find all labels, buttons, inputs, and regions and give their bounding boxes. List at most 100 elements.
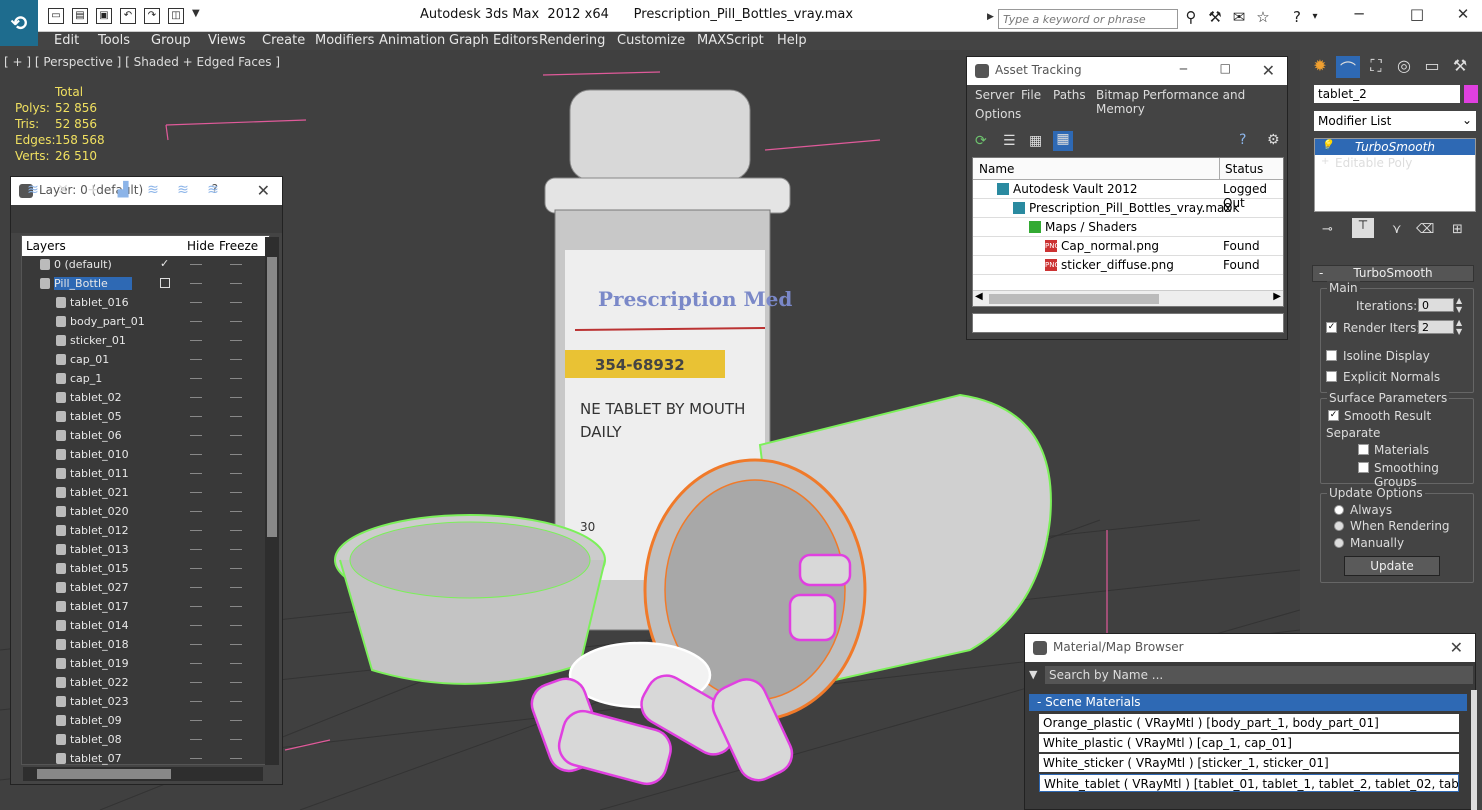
asset-hscroll-thumb[interactable]	[989, 294, 1159, 304]
menu-create[interactable]: Create	[262, 33, 305, 48]
hold-icon[interactable]: ◫	[168, 8, 184, 24]
set-current-layer-icon[interactable]	[160, 278, 170, 288]
layer-row[interactable]: tablet_019	[22, 655, 269, 674]
layer-row[interactable]: tablet_022	[22, 674, 269, 693]
freeze-toggle[interactable]	[230, 625, 242, 626]
asset-settings-icon[interactable]: ⚙	[1267, 132, 1280, 148]
asset-close-icon[interactable]: ✕	[1262, 61, 1275, 80]
search-expand-icon[interactable]: ▶	[987, 12, 994, 22]
smooth-result-checkbox[interactable]: ✓	[1328, 410, 1339, 421]
layer-row[interactable]: tablet_09	[22, 712, 269, 731]
hide-toggle[interactable]	[190, 473, 202, 474]
hide-toggle[interactable]	[190, 416, 202, 417]
menu-rendering[interactable]: Rendering	[539, 33, 605, 48]
layer-row[interactable]: tablet_017	[22, 598, 269, 617]
object-name-field[interactable]: tablet_2	[1314, 85, 1460, 103]
menu-views[interactable]: Views	[208, 33, 246, 48]
layer-row[interactable]: 0 (default) ✓	[22, 256, 269, 275]
asset-menu-bitmap[interactable]: Bitmap Performance and Memory	[1096, 88, 1287, 116]
asset-help-icon[interactable]: ?	[1239, 132, 1246, 148]
utilities-tab-icon[interactable]: ⚒	[1448, 56, 1472, 78]
pin-stack-icon[interactable]: ⊸	[1322, 222, 1333, 237]
asset-maximize-icon[interactable]: □	[1220, 61, 1231, 75]
hide-toggle[interactable]	[190, 701, 202, 702]
add-to-layer-icon[interactable]: +	[85, 182, 101, 198]
modifier-stack[interactable]: 💡 TurboSmooth + Editable Poly	[1314, 138, 1476, 212]
asset-menu-options[interactable]: Options	[975, 107, 1021, 121]
freeze-toggle[interactable]	[230, 758, 242, 759]
layer-row[interactable]: tablet_06	[22, 427, 269, 446]
col-name[interactable]: Name	[979, 162, 1014, 176]
layer-row[interactable]: tablet_014	[22, 617, 269, 636]
hide-toggle[interactable]	[190, 340, 202, 341]
layer-row[interactable]: cap_1	[22, 370, 269, 389]
layer-row[interactable]: tablet_023	[22, 693, 269, 712]
expand-plus-icon[interactable]: +	[1321, 156, 1329, 167]
highlight-layer-icon[interactable]: ≋	[145, 182, 161, 198]
browser-options-icon[interactable]: ▼	[1029, 668, 1037, 681]
binoculars-icon[interactable]: ⚲	[1182, 8, 1200, 26]
remove-modifier-icon[interactable]: ⌫	[1416, 222, 1434, 237]
table-view-icon[interactable]: ▦	[1053, 131, 1073, 151]
freeze-toggle[interactable]	[230, 644, 242, 645]
hide-toggle[interactable]	[190, 720, 202, 721]
asset-menu-file[interactable]: File	[1021, 88, 1041, 102]
menu-graph-editors[interactable]: Graph Editors	[449, 33, 538, 48]
freeze-toggle[interactable]	[230, 511, 242, 512]
modify-tab-icon[interactable]: ⌒	[1336, 56, 1360, 79]
freeze-toggle[interactable]	[230, 264, 242, 265]
help-dropdown-icon[interactable]: ▾	[1306, 8, 1324, 26]
freeze-all-icon[interactable]: ≋	[205, 182, 221, 198]
hide-toggle[interactable]	[190, 492, 202, 493]
hide-toggle[interactable]	[190, 606, 202, 607]
display-tab-icon[interactable]: ▭	[1420, 56, 1444, 78]
hide-toggle[interactable]	[190, 454, 202, 455]
object-color-swatch[interactable]	[1464, 85, 1478, 103]
menu-modifiers[interactable]: Modifiers	[315, 33, 374, 48]
list-view-icon[interactable]: ☰	[1003, 133, 1016, 149]
menu-edit[interactable]: Edit	[54, 33, 79, 48]
update-button[interactable]: Update	[1344, 556, 1440, 576]
layer-row[interactable]: tablet_02	[22, 389, 269, 408]
layer-row[interactable]: tablet_020	[22, 503, 269, 522]
layer-row[interactable]: tablet_021	[22, 484, 269, 503]
freeze-toggle[interactable]	[230, 492, 242, 493]
layer-row[interactable]: tablet_027	[22, 579, 269, 598]
mat-close-icon[interactable]: ✕	[1450, 638, 1463, 657]
hide-toggle[interactable]	[190, 663, 202, 664]
redo-icon[interactable]: ↷	[144, 8, 160, 24]
hide-toggle[interactable]	[190, 682, 202, 683]
hide-toggle[interactable]	[190, 283, 202, 284]
asset-titlebar[interactable]: Asset Tracking ─ □ ✕	[967, 57, 1287, 85]
hide-toggle[interactable]	[190, 397, 202, 398]
material-item[interactable]: Orange_plastic ( VRayMtl ) [body_part_1,…	[1039, 714, 1459, 732]
show-end-result-icon[interactable]: ⊤	[1352, 218, 1374, 238]
lightbulb-icon[interactable]: 💡	[1321, 140, 1333, 151]
materials-checkbox[interactable]	[1358, 444, 1369, 455]
freeze-toggle[interactable]	[230, 530, 242, 531]
app-menu-button[interactable]: ⟲	[0, 0, 38, 46]
menu-group[interactable]: Group	[151, 33, 191, 48]
freeze-toggle[interactable]	[230, 720, 242, 721]
hide-toggle[interactable]	[190, 625, 202, 626]
layer-row[interactable]: tablet_08	[22, 731, 269, 750]
select-objects-icon[interactable]: ▟	[115, 182, 131, 198]
layer-row[interactable]: tablet_016	[22, 294, 269, 313]
mat-titlebar[interactable]: Material/Map Browser ✕	[1025, 634, 1475, 662]
layer-list[interactable]: Layers Hide Freeze 0 (default) ✓ Pill_Bott…	[21, 235, 270, 765]
save-icon[interactable]: ▣	[96, 8, 112, 24]
material-item[interactable]: White_plastic ( VRayMtl ) [cap_1, cap_01…	[1039, 734, 1459, 752]
layer-row[interactable]: tablet_010	[22, 446, 269, 465]
freeze-toggle[interactable]	[230, 739, 242, 740]
hide-toggle[interactable]	[190, 587, 202, 588]
freeze-toggle[interactable]	[230, 568, 242, 569]
hide-toggle[interactable]	[190, 530, 202, 531]
col-layers[interactable]: Layers	[26, 239, 66, 253]
asset-menu-server[interactable]: Server	[975, 88, 1014, 102]
freeze-toggle[interactable]	[230, 473, 242, 474]
col-freeze[interactable]: Freeze	[219, 239, 258, 253]
current-layer-check-icon[interactable]: ✓	[160, 257, 169, 270]
viewport-label[interactable]: [ + ] [ Perspective ] [ Shaded + Edged F…	[4, 55, 280, 69]
hide-all-icon[interactable]: ≋	[175, 182, 191, 198]
refresh-icon[interactable]: ⟳	[975, 133, 987, 149]
